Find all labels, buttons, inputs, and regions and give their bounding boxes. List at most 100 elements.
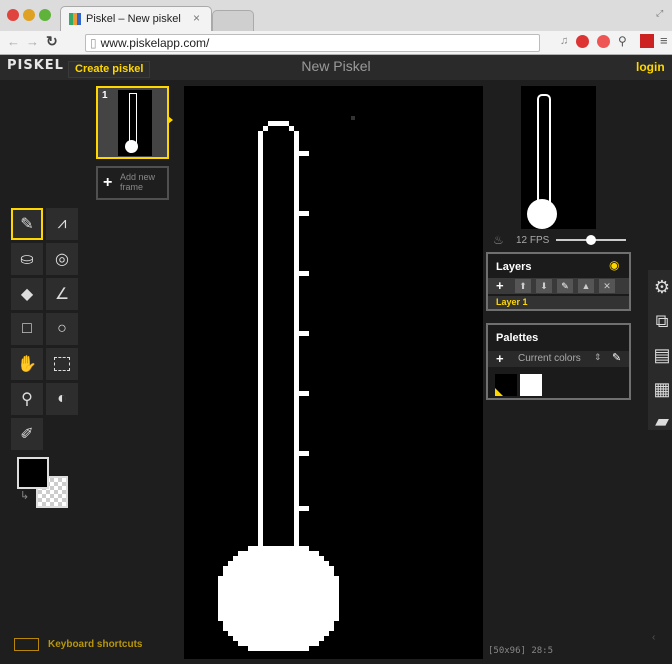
paint-bucket-button[interactable]: ⛀ <box>11 243 43 275</box>
vertical-mirror-icon: ⩘ <box>57 215 67 232</box>
animation-preview: ♨ 12 FPS <box>486 86 630 247</box>
palette-toolbar: + Current colors ⇕ ✎ <box>488 351 629 367</box>
add-frame-button[interactable]: + Add new frame <box>96 166 169 200</box>
onion-skin-icon[interactable]: ♨ <box>493 233 504 247</box>
back-icon[interactable]: ← <box>7 34 20 49</box>
palette-dropdown-icon[interactable]: ⇕ <box>594 352 602 363</box>
settings-sidebar: ⚙ ⧉ ▤ ▦ ▰ <box>648 270 672 432</box>
primary-marker-icon <box>495 388 503 396</box>
keyboard-shortcuts-link[interactable]: Keyboard shortcuts <box>48 639 142 650</box>
extension-icon[interactable] <box>640 34 654 48</box>
palette-swatch-white[interactable] <box>520 374 542 396</box>
color-picker-icon: ✐ <box>20 426 34 443</box>
layer-item-1[interactable]: Layer 1 <box>488 296 629 309</box>
layers-title: Layers <box>496 261 532 273</box>
circle-icon: ○ <box>57 320 67 337</box>
menu-icon[interactable]: ≡ <box>660 33 668 48</box>
frame-arrow-icon <box>168 116 173 124</box>
magic-wand-icon: ⚲ <box>21 391 33 408</box>
fps-label: 12 FPS <box>516 235 550 246</box>
window-resize-icon[interactable]: ⤢ <box>656 8 663 19</box>
browser-tab[interactable]: Piskel – New piskel × <box>60 6 212 32</box>
resize-icon[interactable]: ⧉ <box>650 310 672 332</box>
thermometer-drawing <box>218 116 355 651</box>
cursor-coordinates: [50x96] 28:5 <box>488 646 554 656</box>
open-folder-icon[interactable]: ▰ <box>650 410 672 432</box>
layers-panel: Layers ◉ + ⬆ ⬇ ✎ ▲ ✕ Layer 1 <box>486 252 631 311</box>
url-text: www.piskelapp.com/ <box>100 36 210 50</box>
stroke-button[interactable]: ∠ <box>46 278 78 310</box>
palette-select[interactable]: Current colors <box>518 353 581 364</box>
move-button[interactable]: ✋ <box>11 348 43 380</box>
login-link[interactable]: login <box>636 60 665 74</box>
reload-icon[interactable]: ↻ <box>46 33 58 50</box>
magic-wand-button[interactable]: ⚲ <box>11 383 43 415</box>
export-icon[interactable]: ▦ <box>650 378 672 400</box>
palettes-title: Palettes <box>496 332 539 344</box>
fps-slider[interactable] <box>556 235 626 245</box>
frame-thumbnail-1[interactable]: 1 <box>96 86 173 159</box>
paint-all-icon: ◎ <box>55 251 69 268</box>
page-title: New Piskel <box>301 58 371 74</box>
gear-icon[interactable]: ⚙ <box>650 276 672 298</box>
edit-palette-icon[interactable]: ✎ <box>612 351 621 364</box>
preview-image <box>521 86 596 229</box>
rect-select-button[interactable] <box>46 348 78 380</box>
fps-slider-thumb[interactable] <box>586 235 596 245</box>
url-field[interactable]: ▯ www.piskelapp.com/ <box>85 34 540 52</box>
paint-all-button[interactable]: ◎ <box>46 243 78 275</box>
frame-preview <box>118 90 152 156</box>
minimize-window-button[interactable] <box>23 9 35 21</box>
pocket-icon[interactable] <box>597 35 610 48</box>
lighten-icon: ◐ <box>57 390 67 407</box>
stroke-icon: ∠ <box>54 286 70 303</box>
move-layer-up-icon[interactable]: ⬆ <box>515 279 531 293</box>
rectangle-icon: □ <box>22 320 32 337</box>
adblock-icon[interactable] <box>576 35 589 48</box>
close-window-button[interactable] <box>7 9 19 21</box>
palettes-panel: Palettes + Current colors ⇕ ✎ <box>486 323 631 400</box>
layers-toolbar: + ⬆ ⬇ ✎ ▲ ✕ <box>488 278 629 294</box>
palette-swatch-black[interactable] <box>495 374 517 396</box>
rect-select-icon <box>54 357 70 371</box>
add-layer-icon[interactable]: + <box>496 278 504 293</box>
piskel-favicon-icon <box>69 13 81 25</box>
move-layer-down-icon[interactable]: ⬇ <box>536 279 552 293</box>
tab-close-icon[interactable]: × <box>193 11 200 25</box>
keyboard-icon[interactable] <box>14 638 39 651</box>
drawing-canvas[interactable] <box>184 86 483 659</box>
delete-layer-icon[interactable]: ✕ <box>599 279 615 293</box>
address-bar: ← → ↻ ▯ www.piskelapp.com/ ♫ ⚲ ≡ <box>0 31 672 55</box>
bell-icon[interactable]: ♫ <box>560 35 568 47</box>
merge-layer-icon[interactable]: ▲ <box>578 279 594 293</box>
save-icon[interactable]: ▤ <box>650 344 672 366</box>
new-tab-button[interactable] <box>212 10 254 32</box>
color-picker-button[interactable]: ✐ <box>11 418 43 450</box>
vertical-mirror-button[interactable]: ⩘ <box>46 208 78 240</box>
add-palette-icon[interactable]: + <box>496 351 504 366</box>
move-icon: ✋ <box>17 356 37 373</box>
swap-colors-icon[interactable]: ↳ <box>20 489 29 502</box>
maximize-window-button[interactable] <box>39 9 51 21</box>
forward-icon[interactable]: → <box>26 34 39 49</box>
eraser-icon: ◆ <box>20 286 34 303</box>
pen-icon: ✎ <box>20 216 34 233</box>
paint-bucket-icon: ⛀ <box>20 251 34 268</box>
eraser-button[interactable]: ◆ <box>11 278 43 310</box>
lighten-button[interactable]: ◐ <box>46 383 78 415</box>
app-header: PISKEL Create piskel New Piskel login <box>0 55 672 80</box>
frame-number: 1 <box>102 90 108 101</box>
primary-color-swatch[interactable] <box>17 457 49 489</box>
add-frame-label: Add new frame <box>120 172 156 192</box>
collapse-icon[interactable]: ‹ <box>652 632 655 643</box>
rectangle-button[interactable]: □ <box>11 313 43 345</box>
plus-icon: + <box>103 174 113 191</box>
circle-button[interactable]: ○ <box>46 313 78 345</box>
browser-titlebar: Piskel – New piskel × ⤢ <box>0 0 672 32</box>
edit-layer-icon[interactable]: ✎ <box>557 279 573 293</box>
layer-item-label: Layer 1 <box>496 297 528 307</box>
eye-icon[interactable]: ◉ <box>609 258 619 272</box>
pen-tool-button[interactable]: ✎ <box>11 208 43 240</box>
tab-title: Piskel – New piskel <box>86 13 181 25</box>
wrench-icon[interactable]: ⚲ <box>618 34 627 48</box>
